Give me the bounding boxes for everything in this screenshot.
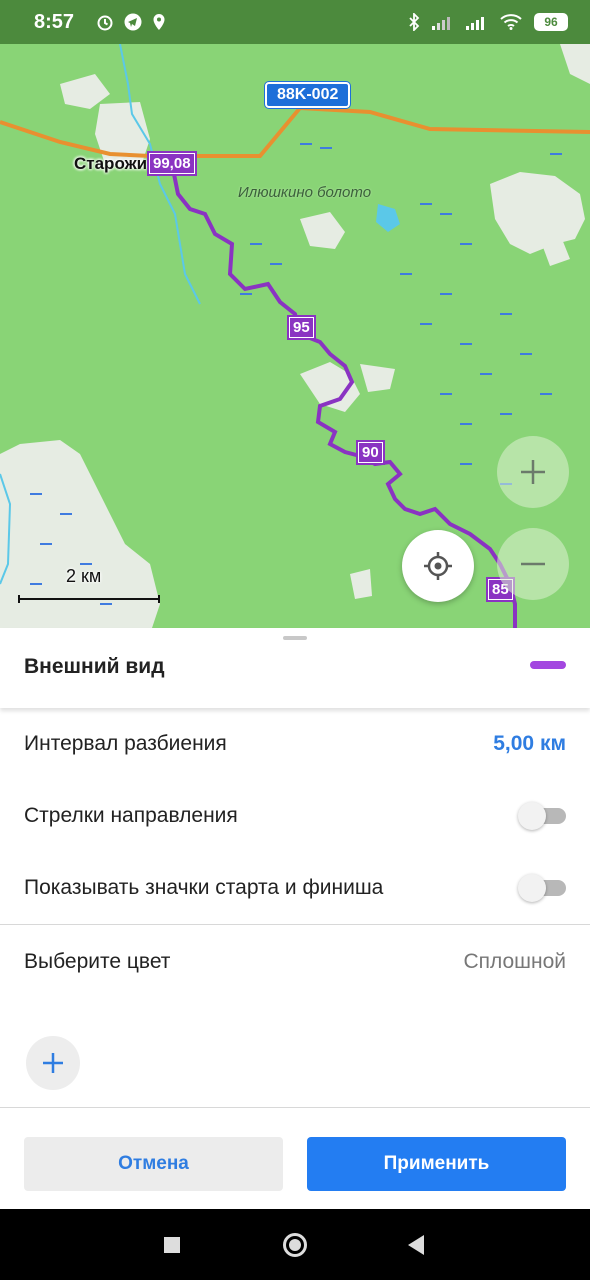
status-bar: 8:57 96 (0, 0, 590, 44)
location-icon (152, 13, 166, 31)
my-location-button[interactable] (402, 530, 474, 602)
screen: 8:57 96 88K-002 Старожи Илюшкино болото … (0, 0, 590, 1280)
route-marker-text: 99,08 (150, 154, 194, 173)
zoom-out-button[interactable] (497, 528, 569, 600)
back-button[interactable] (406, 1234, 426, 1256)
toggle-knob (518, 802, 546, 830)
scale-label: 2 км (66, 566, 102, 586)
bog-label: Илюшкино болото (238, 184, 372, 201)
appearance-sheet: Внешний вид Интервал разбиения 5,00 км С… (0, 628, 590, 1209)
split-interval-row[interactable]: Интервал разбиения 5,00 км (0, 720, 590, 768)
route-marker: 95 (287, 315, 316, 340)
split-interval-value[interactable]: 5,00 км (493, 732, 566, 756)
start-finish-icons-label: Показывать значки старта и финиша (24, 876, 384, 899)
add-color-button[interactable] (26, 1036, 80, 1090)
route-marker-text: 95 (290, 318, 313, 337)
wifi-icon (500, 14, 522, 30)
start-finish-icons-row[interactable]: Показывать значки старта и финиша (0, 864, 590, 912)
sheet-header: Внешний вид (0, 628, 590, 708)
track-color-preview (530, 661, 566, 669)
back-triangle-icon (408, 1235, 424, 1255)
navigation-bar (0, 1209, 590, 1280)
start-finish-icons-toggle[interactable] (518, 874, 566, 902)
signal-icon (466, 14, 488, 30)
plus-icon (43, 1053, 63, 1073)
route-marker: 99,08 (147, 151, 197, 176)
recents-square-icon (164, 1237, 180, 1253)
direction-arrows-row[interactable]: Стрелки направления (0, 792, 590, 840)
bluetooth-icon (408, 13, 420, 31)
map-view[interactable]: 88K-002 Старожи Илюшкино болото 99,08 95… (0, 44, 590, 634)
direction-arrows-toggle[interactable] (518, 802, 566, 830)
recents-button[interactable] (162, 1235, 182, 1255)
split-interval-label: Интервал разбиения (24, 732, 227, 755)
zoom-in-icon (521, 460, 545, 484)
my-location-icon (424, 552, 452, 580)
route-marker: 90 (356, 440, 385, 465)
road-shield: 88K-002 (265, 82, 351, 108)
divider (0, 1107, 590, 1108)
home-button[interactable] (282, 1232, 308, 1258)
scale-bar (18, 595, 160, 603)
divider (0, 924, 590, 925)
route-marker-text: 90 (359, 443, 382, 462)
toggle-knob (518, 874, 546, 902)
status-left: 8:57 (34, 11, 166, 34)
status-time: 8:57 (34, 10, 75, 33)
alarm-icon (96, 13, 114, 31)
color-choice-label: Выберите цвет (24, 950, 171, 973)
drag-handle[interactable] (283, 636, 307, 640)
battery-indicator: 96 (534, 13, 568, 31)
status-right: 96 (408, 13, 568, 31)
map-scale: 2 км (18, 566, 160, 603)
signal-icon (432, 14, 454, 30)
sheet-title: Внешний вид (24, 655, 165, 678)
zoom-out-icon (521, 562, 545, 566)
town-label: Старожи (74, 154, 148, 173)
home-circle-icon (283, 1233, 307, 1257)
zoom-in-button[interactable] (497, 436, 569, 508)
telegram-icon (124, 13, 142, 31)
cancel-button[interactable]: Отмена (24, 1137, 283, 1191)
direction-arrows-label: Стрелки направления (24, 804, 238, 827)
apply-button[interactable]: Применить (307, 1137, 566, 1191)
color-choice-row[interactable]: Выберите цвет Сплошной (0, 938, 590, 986)
color-choice-value[interactable]: Сплошной (463, 950, 566, 974)
